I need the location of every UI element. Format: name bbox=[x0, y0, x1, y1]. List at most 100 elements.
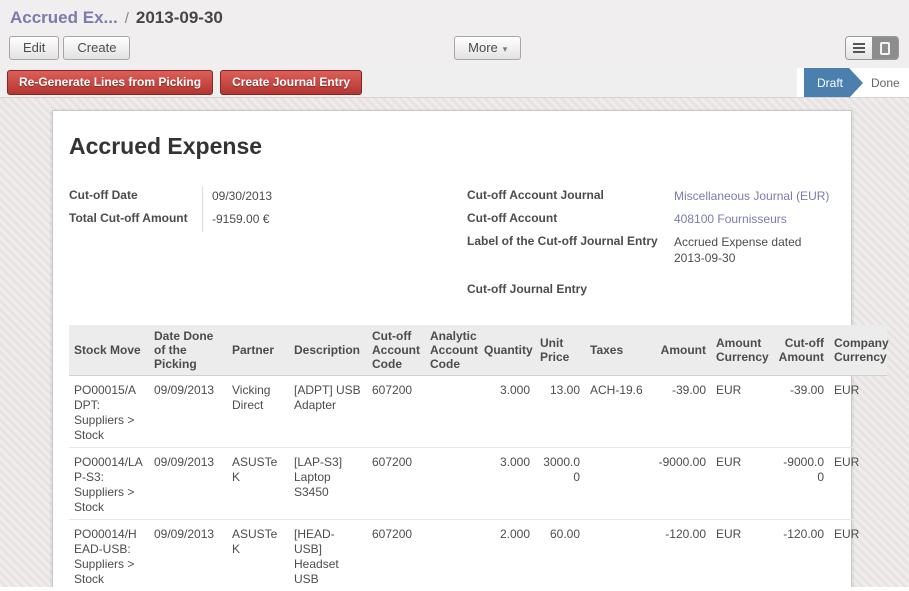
cell-amount[interactable]: -9000.00 bbox=[653, 448, 711, 520]
col-cutoff-amount[interactable]: Cut-off Amount bbox=[773, 325, 829, 376]
cell-partner[interactable]: ASUSTeK bbox=[227, 448, 289, 520]
col-company-currency[interactable]: Company Currency bbox=[829, 325, 887, 376]
top-chrome: Accrued Ex... / 2013-09-30 Edit Create M… bbox=[0, 0, 909, 68]
col-taxes[interactable]: Taxes bbox=[585, 325, 653, 376]
field-groups: Cut-off Date 09/30/2013 Total Cut-off Am… bbox=[69, 186, 835, 303]
cell-unit-price[interactable]: 3000.00 bbox=[535, 448, 585, 520]
lines-table: Stock Move Date Done of the Picking Part… bbox=[69, 325, 887, 587]
cell-quantity[interactable]: 3.000 bbox=[479, 448, 535, 520]
page-title: Accrued Expense bbox=[69, 133, 835, 160]
toolbar: Edit Create More▾ bbox=[0, 30, 909, 68]
state-draft-badge: Draft bbox=[804, 68, 849, 97]
chevron-down-icon: ▾ bbox=[503, 44, 508, 54]
cell-stock-move[interactable]: PO00015/ADPT: Suppliers > Stock bbox=[69, 376, 149, 448]
breadcrumb-separator: / bbox=[125, 10, 129, 27]
create-journal-entry-button[interactable]: Create Journal Entry bbox=[220, 70, 362, 95]
cell-partner[interactable]: Vicking Direct bbox=[227, 376, 289, 448]
create-button[interactable]: Create bbox=[63, 36, 130, 60]
field-cutoff-date: Cut-off Date 09/30/2013 bbox=[69, 186, 467, 209]
cell-analytic-account-code[interactable] bbox=[425, 448, 479, 520]
field-cutoff-account-journal: Cut-off Account Journal Miscellaneous Jo… bbox=[467, 186, 835, 209]
status-bar: Re-Generate Lines from Picking Create Jo… bbox=[0, 68, 909, 98]
cell-company-currency[interactable]: EUR bbox=[829, 376, 887, 448]
cutoff-account-link[interactable]: 408100 Fournisseurs bbox=[665, 209, 835, 232]
cell-description[interactable]: [LAP-S3] Laptop S3450 bbox=[289, 448, 367, 520]
col-amount-currency[interactable]: Amount Currency bbox=[711, 325, 773, 376]
cell-taxes[interactable]: ACH-19.6 bbox=[585, 376, 653, 448]
cell-quantity[interactable]: 2.000 bbox=[479, 520, 535, 588]
edit-button[interactable]: Edit bbox=[9, 36, 59, 60]
cell-date-done[interactable]: 09/09/2013 bbox=[149, 376, 227, 448]
col-description[interactable]: Description bbox=[289, 325, 367, 376]
cell-amount-currency[interactable]: EUR bbox=[711, 520, 773, 588]
cell-amount-currency[interactable]: EUR bbox=[711, 448, 773, 520]
cell-cutoff-account-code[interactable]: 607200 bbox=[367, 448, 425, 520]
cell-cutoff-amount[interactable]: -39.00 bbox=[773, 376, 829, 448]
form-view-icon bbox=[880, 42, 890, 55]
col-analytic-account-code[interactable]: Analytic Account Code bbox=[425, 325, 479, 376]
cutoff-account-journal-link[interactable]: Miscellaneous Journal (EUR) bbox=[665, 186, 835, 209]
col-cutoff-account-code[interactable]: Cut-off Account Code bbox=[367, 325, 425, 376]
cell-stock-move[interactable]: PO00014/HEAD-USB: Suppliers > Stock bbox=[69, 520, 149, 588]
cutoff-account-label: Cut-off Account bbox=[467, 209, 665, 232]
cell-unit-price[interactable]: 13.00 bbox=[535, 376, 585, 448]
state-indicator: Draft Done bbox=[797, 68, 909, 97]
journal-entry-label-label: Label of the Cut-off Journal Entry bbox=[467, 232, 665, 266]
cell-company-currency[interactable]: EUR bbox=[829, 448, 887, 520]
cell-amount[interactable]: -120.00 bbox=[653, 520, 711, 588]
cell-cutoff-amount[interactable]: -9000.00 bbox=[773, 448, 829, 520]
field-group-left: Cut-off Date 09/30/2013 Total Cut-off Am… bbox=[69, 186, 467, 303]
cutoff-date-value: 09/30/2013 bbox=[203, 186, 373, 209]
cell-cutoff-account-code[interactable]: 607200 bbox=[367, 376, 425, 448]
cell-description[interactable]: [HEAD-USB] Headset USB bbox=[289, 520, 367, 588]
total-cutoff-amount-label: Total Cut-off Amount bbox=[69, 209, 203, 232]
more-button[interactable]: More▾ bbox=[454, 36, 521, 60]
cutoff-journal-entry-value bbox=[665, 280, 835, 303]
state-done-badge: Done bbox=[865, 68, 900, 97]
cell-description[interactable]: [ADPT] USB Adapter bbox=[289, 376, 367, 448]
cell-taxes[interactable] bbox=[585, 520, 653, 588]
cell-cutoff-amount[interactable]: -120.00 bbox=[773, 520, 829, 588]
breadcrumb-parent-link[interactable]: Accrued Ex... bbox=[10, 8, 118, 28]
breadcrumb-current: 2013-09-30 bbox=[136, 8, 223, 28]
list-view-icon bbox=[853, 43, 865, 53]
cell-taxes[interactable] bbox=[585, 448, 653, 520]
cell-analytic-account-code[interactable] bbox=[425, 376, 479, 448]
form-sheet: Accrued Expense Cut-off Date 09/30/2013 … bbox=[52, 110, 852, 587]
cutoff-account-journal-label: Cut-off Account Journal bbox=[467, 186, 665, 209]
field-group-right: Cut-off Account Journal Miscellaneous Jo… bbox=[467, 186, 835, 303]
form-view-button[interactable] bbox=[872, 37, 898, 59]
col-quantity[interactable]: Quantity bbox=[479, 325, 535, 376]
col-amount[interactable]: Amount bbox=[653, 325, 711, 376]
cell-quantity[interactable]: 3.000 bbox=[479, 376, 535, 448]
view-switcher bbox=[845, 36, 899, 60]
field-journal-entry-label: Label of the Cut-off Journal Entry Accru… bbox=[467, 232, 835, 266]
cell-date-done[interactable]: 09/09/2013 bbox=[149, 520, 227, 588]
cell-analytic-account-code[interactable] bbox=[425, 520, 479, 588]
list-view-button[interactable] bbox=[846, 37, 872, 59]
cell-stock-move[interactable]: PO00014/LAP-S3: Suppliers > Stock bbox=[69, 448, 149, 520]
field-cutoff-account: Cut-off Account 408100 Fournisseurs bbox=[467, 209, 835, 232]
cell-company-currency[interactable]: EUR bbox=[829, 520, 887, 588]
col-partner[interactable]: Partner bbox=[227, 325, 289, 376]
breadcrumb: Accrued Ex... / 2013-09-30 bbox=[0, 0, 909, 30]
cell-partner[interactable]: ASUSTeK bbox=[227, 520, 289, 588]
cell-cutoff-account-code[interactable]: 607200 bbox=[367, 520, 425, 588]
cell-date-done[interactable]: 09/09/2013 bbox=[149, 448, 227, 520]
cell-unit-price[interactable]: 60.00 bbox=[535, 520, 585, 588]
journal-entry-label-value: Accrued Expense dated 2013-09-30 bbox=[665, 232, 835, 266]
table-row[interactable]: PO00015/ADPT: Suppliers > Stock 09/09/20… bbox=[69, 376, 887, 448]
form-canvas: Accrued Expense Cut-off Date 09/30/2013 … bbox=[0, 98, 909, 587]
field-total-cutoff-amount: Total Cut-off Amount -9159.00 € bbox=[69, 209, 467, 232]
table-row[interactable]: PO00014/LAP-S3: Suppliers > Stock 09/09/… bbox=[69, 448, 887, 520]
col-date-done[interactable]: Date Done of the Picking bbox=[149, 325, 227, 376]
cell-amount-currency[interactable]: EUR bbox=[711, 376, 773, 448]
cutoff-date-label: Cut-off Date bbox=[69, 186, 203, 209]
col-stock-move[interactable]: Stock Move bbox=[69, 325, 149, 376]
col-unit-price[interactable]: Unit Price bbox=[535, 325, 585, 376]
table-header-row: Stock Move Date Done of the Picking Part… bbox=[69, 325, 887, 376]
table-row[interactable]: PO00014/HEAD-USB: Suppliers > Stock 09/0… bbox=[69, 520, 887, 588]
total-cutoff-amount-value: -9159.00 € bbox=[203, 209, 373, 232]
cell-amount[interactable]: -39.00 bbox=[653, 376, 711, 448]
regenerate-lines-button[interactable]: Re-Generate Lines from Picking bbox=[7, 70, 213, 95]
